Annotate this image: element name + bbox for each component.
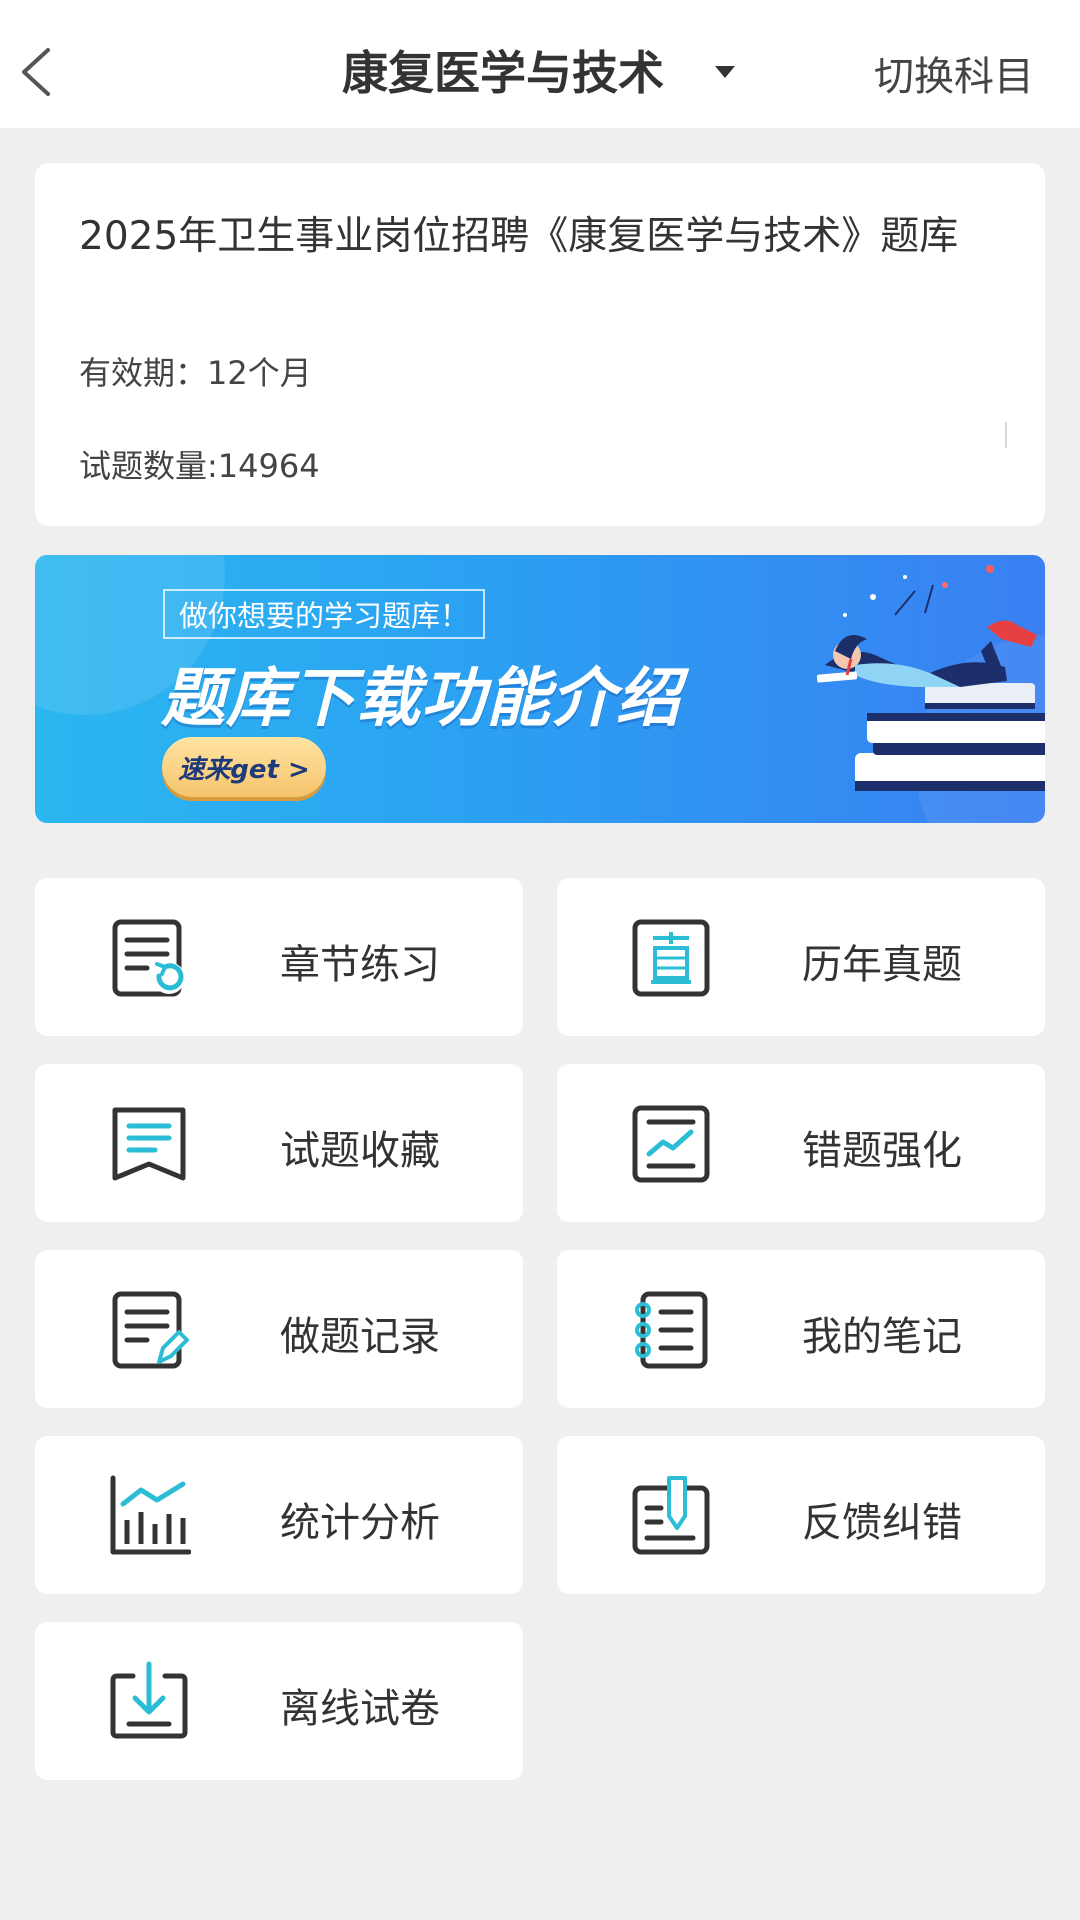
chevron-down-icon[interactable] xyxy=(715,66,735,78)
menu-item-label: 我的笔记 xyxy=(802,1314,962,1360)
student-reading-illustration xyxy=(816,565,1045,791)
chapter-practice-icon xyxy=(112,919,185,997)
statistics-icon xyxy=(110,1475,191,1555)
subject-title[interactable]: 康复医学与技术 xyxy=(342,38,664,102)
question-count: 试题数量:14964 xyxy=(79,447,320,485)
switch-subject-button[interactable]: 切换科目 xyxy=(874,44,1034,102)
feedback-icon xyxy=(632,1476,710,1555)
validity-period: 有效期：12个月 xyxy=(79,354,312,392)
banner-subtitle: 做你想要的学习题库！ xyxy=(163,589,486,639)
menu-item-label: 统计分析 xyxy=(280,1500,440,1546)
wrong-questions-icon xyxy=(632,1105,710,1183)
menu-item-label: 章节练习 xyxy=(280,942,440,988)
menu-item-label: 反馈纠错 xyxy=(802,1500,962,1546)
menu-item-statistics[interactable]: 统计分析 xyxy=(35,1436,523,1594)
menu-item-offline-papers[interactable]: 离线试卷 xyxy=(35,1622,523,1780)
divider xyxy=(1005,422,1007,448)
banner-cta-button[interactable]: 速来get > xyxy=(162,737,326,797)
menu-item-label: 离线试卷 xyxy=(280,1686,440,1732)
favorites-icon xyxy=(112,1107,186,1181)
menu-item-favorites[interactable]: 试题收藏 xyxy=(35,1064,523,1222)
menu-item-wrong-questions[interactable]: 错题强化 xyxy=(557,1064,1045,1222)
menu-item-my-notes[interactable]: 我的笔记 xyxy=(557,1250,1045,1408)
back-arrow-icon[interactable] xyxy=(14,44,58,100)
menu-item-past-exams[interactable]: 历年真题 xyxy=(557,878,1045,1036)
menu-item-label: 错题强化 xyxy=(802,1128,962,1174)
practice-record-icon xyxy=(112,1291,189,1369)
question-bank-info-card: 2025年卫生事业岗位招聘《康复医学与技术》题库 有效期：12个月 试题数量:1… xyxy=(35,163,1045,526)
past-exams-icon xyxy=(632,919,710,997)
offline-download-icon xyxy=(110,1661,188,1739)
download-feature-banner[interactable]: 做你想要的学习题库！ 题库下载功能介绍 速来get > xyxy=(35,555,1045,823)
menu-item-label: 试题收藏 xyxy=(280,1128,440,1174)
question-bank-title: 2025年卫生事业岗位招聘《康复医学与技术》题库 xyxy=(79,214,959,259)
menu-item-chapter-practice[interactable]: 章节练习 xyxy=(35,878,523,1036)
menu-item-label: 历年真题 xyxy=(802,942,962,988)
top-nav-bar: 康复医学与技术 切换科目 xyxy=(0,0,1080,128)
notebook-icon xyxy=(635,1291,708,1369)
menu-item-feedback[interactable]: 反馈纠错 xyxy=(557,1436,1045,1594)
menu-item-practice-record[interactable]: 做题记录 xyxy=(35,1250,523,1408)
banner-title: 题库下载功能介绍 xyxy=(161,662,681,736)
menu-item-label: 做题记录 xyxy=(280,1314,440,1360)
